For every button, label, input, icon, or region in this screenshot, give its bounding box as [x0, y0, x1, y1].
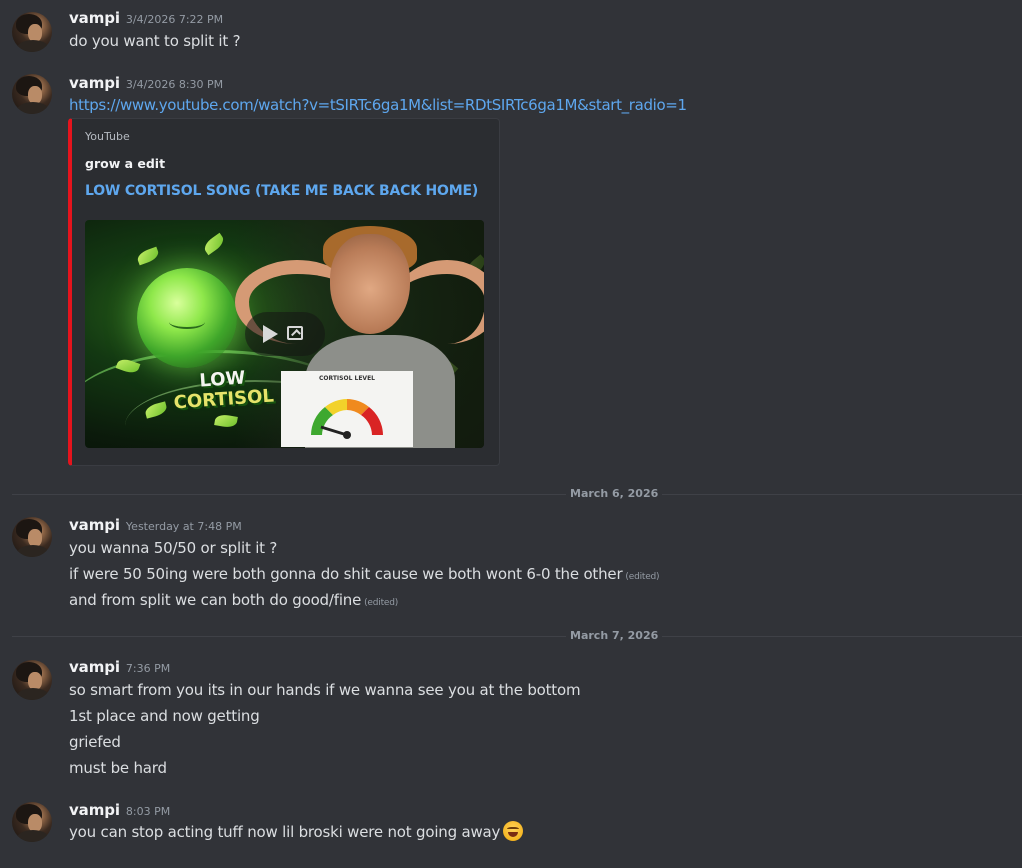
thumbnail-title: LOW CORTISOL: [173, 367, 275, 414]
username[interactable]: vampi: [69, 9, 120, 27]
message-text: must be hard: [69, 759, 167, 777]
message-text: you can stop acting tuff now lil broski …: [69, 821, 524, 843]
message-text: if were 50 50ing were both gonna do shit…: [69, 565, 660, 583]
timestamp[interactable]: 8:03 PM: [126, 805, 170, 818]
message-header: vampi 3/4/2026 7:22 PM: [69, 8, 223, 28]
video-thumbnail[interactable]: LOW CORTISOL CORTISOL LEVEL: [85, 220, 484, 448]
timestamp[interactable]: 3/4/2026 8:30 PM: [126, 78, 223, 91]
cortisol-gauge: CORTISOL LEVEL: [281, 371, 413, 447]
message-text: you wanna 50/50 or split it ?: [69, 539, 278, 557]
edited-label: (edited): [364, 598, 399, 608]
message-header: vampi 8:03 PM: [69, 800, 170, 820]
play-icon: [263, 325, 278, 343]
joy-emoji-icon[interactable]: [503, 821, 524, 841]
chat-messages: vampi 3/4/2026 7:22 PM do you want to spl…: [0, 0, 1022, 868]
play-button[interactable]: [245, 312, 325, 356]
youtube-embed: YouTube grow a edit LOW CORTISOL SONG (T…: [68, 118, 500, 466]
avatar[interactable]: [12, 802, 52, 842]
username[interactable]: vampi: [69, 516, 120, 534]
message-text: 1st place and now getting: [69, 707, 260, 725]
youtube-link[interactable]: https://www.youtube.com/watch?v=tSIRTc6g…: [69, 96, 687, 114]
message-header: vampi 3/4/2026 8:30 PM: [69, 73, 223, 93]
username[interactable]: vampi: [69, 74, 120, 92]
username[interactable]: vampi: [69, 801, 120, 819]
embed-provider[interactable]: YouTube: [85, 130, 130, 143]
avatar[interactable]: [12, 12, 52, 52]
message-header: vampi 7:36 PM: [69, 657, 170, 677]
timestamp[interactable]: 3/4/2026 7:22 PM: [126, 13, 223, 26]
edited-label: (edited): [625, 572, 660, 582]
timestamp[interactable]: Yesterday at 7:48 PM: [126, 520, 242, 533]
date-divider-label: March 6, 2026: [566, 487, 663, 501]
message-text: do you want to split it ?: [69, 32, 241, 50]
message-text: so smart from you its in our hands if we…: [69, 681, 581, 699]
open-external-icon[interactable]: [287, 326, 303, 340]
embed-author[interactable]: grow a edit: [85, 156, 165, 171]
date-divider: [12, 494, 1022, 495]
date-divider: [12, 636, 1022, 637]
message-header: vampi Yesterday at 7:48 PM: [69, 515, 242, 535]
message-text: and from split we can both do good/fine(…: [69, 591, 399, 609]
embed-title[interactable]: LOW CORTISOL SONG (TAKE ME BACK BACK HOM…: [85, 183, 478, 199]
message-link-line: https://www.youtube.com/watch?v=tSIRTc6g…: [69, 94, 687, 116]
username[interactable]: vampi: [69, 658, 120, 676]
avatar[interactable]: [12, 74, 52, 114]
date-divider-label: March 7, 2026: [566, 629, 663, 643]
avatar[interactable]: [12, 517, 52, 557]
avatar[interactable]: [12, 660, 52, 700]
timestamp[interactable]: 7:36 PM: [126, 662, 170, 675]
message-text: griefed: [69, 733, 121, 751]
